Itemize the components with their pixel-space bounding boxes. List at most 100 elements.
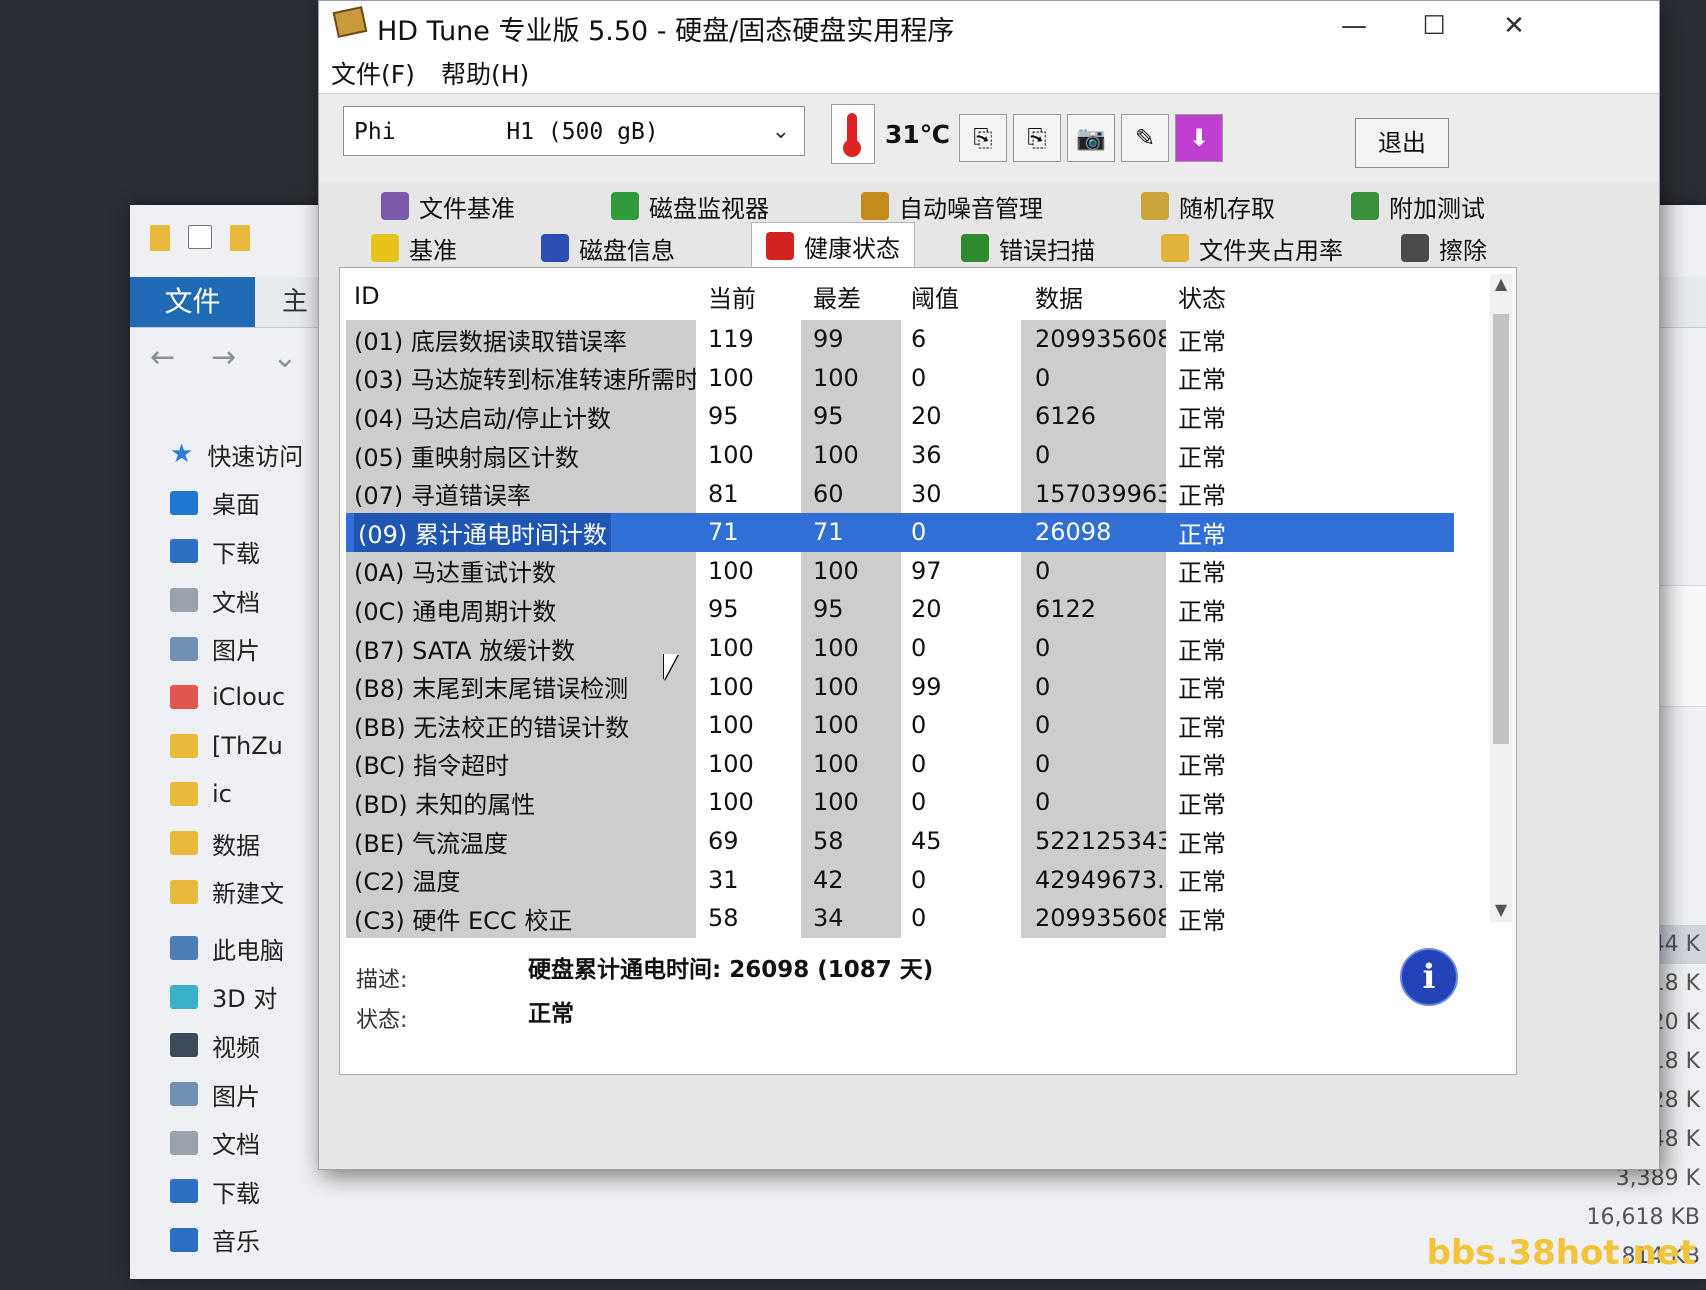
this-pc-item[interactable]: 此电脑 (170, 924, 330, 973)
cell-threshold: 0 (901, 634, 1021, 662)
table-row[interactable]: (B8) 末尾到末尾错误检测 100 100 99 0 正常 (346, 667, 1454, 706)
table-row[interactable]: (01) 底层数据读取错误率 119 99 6 209935608 正常 (346, 320, 1454, 359)
new-folder-icon[interactable] (230, 225, 250, 251)
this-pc-item[interactable]: 文档 (170, 1118, 330, 1167)
sidebar-item[interactable]: 新建文 (170, 867, 330, 916)
minimize-button[interactable]: — (1319, 5, 1389, 47)
quick-access-item[interactable]: ★ 快速访问 (170, 430, 330, 479)
sidebar-item[interactable]: iClouc (170, 673, 330, 722)
cell-status: 正常 (1166, 785, 1276, 820)
table-row[interactable]: (04) 马达启动/停止计数 95 95 20 6126 正常 (346, 397, 1454, 436)
cell-worst-text: 99 (813, 325, 844, 354)
sidebar-item[interactable]: 图片 (170, 624, 330, 673)
cell-worst: 100 (801, 358, 901, 398)
header-threshold[interactable]: 阈值 (901, 279, 1021, 314)
file-benchmark-icon (381, 192, 409, 220)
maximize-button[interactable]: ☐ (1399, 5, 1469, 47)
this-pc-item[interactable]: 3D 对 (170, 973, 330, 1022)
tab-lightbulb[interactable]: 基准 (371, 228, 457, 268)
camera-button[interactable]: 📷 (1067, 114, 1115, 162)
folder-icon[interactable] (150, 225, 170, 251)
properties-check-icon[interactable] (188, 225, 212, 249)
drive-select[interactable]: Phi H1 (500 gB) ⌄ (343, 106, 805, 156)
sidebar-item[interactable]: 文档 (170, 576, 330, 625)
tab-label: 磁盘监视器 (649, 194, 769, 223)
cell-id: (0C) 通电周期计数 (346, 590, 696, 629)
table-row[interactable]: (BC) 指令超时 100 100 0 0 正常 (346, 744, 1454, 784)
table-row[interactable]: (05) 重映射扇区计数 100 100 36 0 正常 (346, 435, 1454, 475)
tab-random-access[interactable]: 随机存取 (1141, 186, 1275, 226)
sidebar-item[interactable]: [ThZu (170, 722, 330, 771)
table-row[interactable]: (0A) 马达重试计数 100 100 97 0 正常 (346, 551, 1454, 591)
cell-current-text: 31 (708, 865, 739, 894)
tab-info-figure[interactable]: 磁盘信息 (541, 228, 675, 268)
cell-id-text: (01) 底层数据读取错误率 (354, 327, 627, 356)
this-pc-item[interactable]: 图片 (170, 1070, 330, 1119)
cell-current-text: 71 (708, 518, 739, 547)
ribbon-file-tab[interactable]: 文件 (130, 277, 255, 327)
quick-access-label: 快速访问 (207, 442, 304, 471)
cell-current-text: 100 (708, 634, 754, 663)
scroll-down-icon[interactable]: ▼ (1490, 900, 1512, 922)
tab-disk-monitor[interactable]: 磁盘监视器 (611, 186, 769, 226)
header-id[interactable]: ID (346, 282, 696, 310)
cell-data: 0 (1021, 705, 1166, 745)
table-row[interactable]: (BD) 未知的属性 100 100 0 0 正常 (346, 783, 1454, 822)
header-data[interactable]: 数据 (1021, 279, 1166, 314)
this-pc-item[interactable]: 音乐 (170, 1216, 330, 1265)
save-download-button[interactable]: ⬇ (1175, 114, 1223, 162)
cell-data: 209935608 (1021, 320, 1166, 359)
sidebar-item[interactable]: ic (170, 770, 330, 819)
vertical-scrollbar[interactable]: ▲ ▼ (1490, 274, 1512, 922)
close-button[interactable]: ✕ (1479, 5, 1549, 47)
tab-file-benchmark[interactable]: 文件基准 (381, 186, 515, 226)
description-value: 硬盘累计通电时间: 26098 (1087 天) (528, 957, 934, 983)
table-row[interactable]: (B7) SATA 放缓计数 100 100 0 0 正常 (346, 628, 1454, 668)
options-button[interactable]: ✎ (1121, 114, 1169, 162)
ribbon-home-tab[interactable]: 主 (282, 277, 308, 327)
cell-data: 0 (1021, 744, 1166, 784)
table-row[interactable]: (C2) 温度 31 42 0 42949673... 正常 (346, 860, 1454, 899)
table-row[interactable]: (BB) 无法校正的错误计数 100 100 0 0 正常 (346, 705, 1454, 745)
cell-worst: 100 (801, 783, 901, 822)
cell-status-text: 正常 (1178, 366, 1226, 395)
this-pc-item[interactable]: 下载 (170, 1167, 330, 1216)
cell-threshold-text: 99 (911, 672, 942, 701)
table-row[interactable]: (03) 马达旋转到标准转速所需时间 100 100 0 0 正常 (346, 358, 1454, 398)
sidebar-item[interactable]: 桌面 (170, 479, 330, 528)
tab-health-cross[interactable]: 健康状态 (751, 222, 915, 269)
this-pc-item-label: 视频 (212, 1033, 260, 1062)
exit-button[interactable]: 退出 (1355, 118, 1449, 168)
copy-text-button[interactable]: ⎘ (959, 114, 1007, 162)
recent-dropdown-icon[interactable]: ⌄ (272, 340, 297, 375)
forward-arrow-icon[interactable]: → (211, 340, 236, 375)
table-row[interactable]: (BE) 气流温度 69 58 45 522125343 正常 (346, 821, 1454, 861)
scroll-up-icon[interactable]: ▲ (1490, 274, 1512, 296)
cell-current: 119 (696, 325, 801, 353)
menu-help[interactable]: 帮助(H) (441, 55, 529, 91)
sidebar-item[interactable]: 下载 (170, 527, 330, 576)
tab-speaker[interactable]: 自动噪音管理 (861, 186, 1043, 226)
table-row[interactable]: (07) 寻道错误率 81 60 30 157039963 正常 (346, 474, 1454, 513)
header-current[interactable]: 当前 (696, 279, 801, 314)
tab-extra-tests[interactable]: 附加测试 (1351, 186, 1485, 226)
tab-magnifier[interactable]: 错误扫描 (961, 228, 1095, 268)
cell-threshold: 20 (901, 595, 1021, 623)
cell-worst: 100 (801, 705, 901, 745)
scrollbar-thumb[interactable] (1493, 314, 1509, 744)
tab-folder-usage[interactable]: 文件夹占用率 (1161, 228, 1343, 268)
info-icon[interactable]: i (1400, 948, 1458, 1006)
table-row[interactable]: (0C) 通电周期计数 95 95 20 6122 正常 (346, 590, 1454, 629)
cell-worst-text: 95 (813, 595, 844, 624)
header-status[interactable]: 状态 (1166, 279, 1276, 314)
header-worst[interactable]: 最差 (801, 279, 901, 314)
back-arrow-icon[interactable]: ← (150, 340, 175, 375)
menu-file[interactable]: 文件(F) (331, 55, 415, 91)
copy-info-button[interactable]: ⎘ (1013, 114, 1061, 162)
sidebar-item-label: iClouc (212, 683, 286, 712)
table-row[interactable]: (09) 累计通电时间计数 71 71 0 26098 正常 (346, 512, 1454, 552)
sidebar-item[interactable]: 数据 (170, 819, 330, 868)
this-pc-item[interactable]: 视频 (170, 1021, 330, 1070)
cell-current-text: 81 (708, 479, 739, 508)
tab-trash[interactable]: 擦除 (1401, 228, 1487, 268)
